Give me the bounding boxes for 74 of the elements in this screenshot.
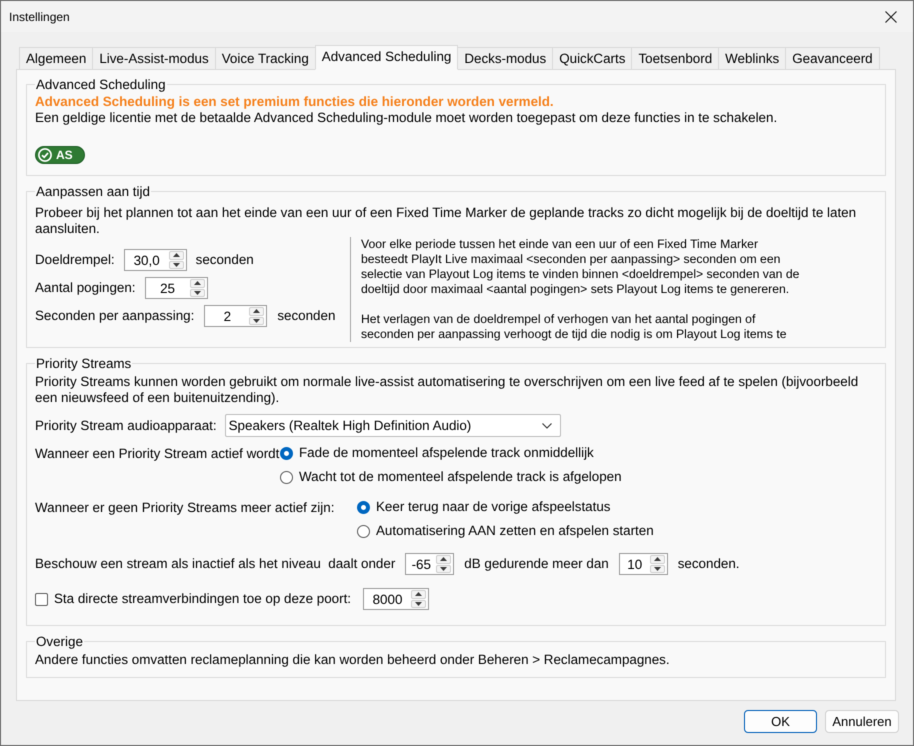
number-field[interactable]: 25 (144, 277, 208, 299)
caret-up-icon (172, 253, 180, 258)
dropdown[interactable]: Speakers (Realtek High Definition Audio) (224, 414, 561, 437)
radio-button[interactable] (280, 446, 293, 460)
spin-down-button[interactable] (411, 600, 426, 608)
radio-button[interactable] (357, 524, 370, 538)
spin-up-button[interactable] (168, 251, 184, 260)
field-label: Beschouw een stream als inactief als het niveau daalt onder (35, 556, 396, 572)
help-text: Het verlagen van de doeldrempel of verhogen van het aantal pogingen of seconden per aanpassing verhoogt de tijd die nodig is om Playout Log items te (361, 312, 788, 342)
number-field[interactable]: 8000 (363, 588, 430, 610)
caret-down-icon (253, 318, 260, 323)
group-title: Priority Streams (35, 356, 132, 371)
close-icon (885, 10, 897, 22)
license-notice: Advanced Scheduling is een set premium functies die hieronder worden vermeld. (35, 94, 555, 110)
number-field[interactable]: -65 (405, 553, 454, 575)
radio-group-label: Wanneer een Priority Stream actief wordt (35, 446, 280, 460)
field-label: Seconden per aanpassing: (35, 308, 194, 324)
radio-button[interactable] (357, 500, 370, 514)
tab[interactable]: Geavanceerd (785, 47, 880, 69)
checkbox-label[interactable]: Sta directe streamverbindingen toe op deze poort: (54, 591, 352, 607)
field-label: Doeldrempel: (35, 252, 115, 268)
spin-up-button[interactable] (190, 279, 205, 288)
radio-group-label: Wanneer er geen Priority Streams meer actief zijn: (35, 500, 334, 514)
checkbox[interactable] (35, 592, 48, 606)
spin-down-button[interactable] (249, 316, 264, 325)
spin-down-button[interactable] (650, 564, 665, 573)
field-label: Aantal pogingen: (35, 280, 136, 296)
number-field[interactable]: 10 (618, 553, 668, 575)
caret-down-icon (194, 290, 201, 295)
spin-up-button[interactable] (411, 590, 426, 598)
caret-down-icon (654, 566, 661, 571)
dialog-button[interactable]: OK (744, 710, 817, 733)
group-title: Advanced Scheduling (35, 77, 167, 92)
field-label: Priority Stream audioapparaat: (35, 418, 217, 434)
caret-up-icon (440, 557, 448, 562)
dialog-button[interactable]: Annuleren (825, 710, 899, 733)
radio-label[interactable]: Fade de momenteel afspelende track onmiddellijk (299, 445, 594, 461)
unit-label: seconden (196, 252, 254, 268)
spin-up-button[interactable] (436, 555, 452, 564)
caret-down-icon (415, 602, 422, 606)
description-text: Probeer bij het plannen tot aan het einde van een uur of een Fixed Time Marker de geplande tracks zo dicht mogelijk bij de doeltijd te laten aansluiten. (35, 205, 858, 237)
spin-down-button[interactable] (190, 288, 205, 297)
radio-label[interactable]: Wacht tot de momenteel afspelende track is afgelopen (299, 469, 622, 485)
caret-up-icon (194, 281, 201, 286)
chevron-down-icon (542, 422, 552, 428)
number-field[interactable]: 30,0 (124, 249, 187, 271)
radio-button[interactable] (280, 470, 293, 484)
group-title: Aanpassen aan tijd (35, 184, 151, 199)
description-text: Een geldige licentie met de betaalde Advanced Scheduling-module moet worden toegepast om deze functies in te schakelen. (35, 110, 778, 126)
tab[interactable]: Advanced Scheduling (314, 45, 458, 70)
check-circle-icon (38, 148, 52, 162)
spin-up-button[interactable] (249, 307, 264, 316)
caret-up-icon (415, 592, 422, 596)
unit-label: seconden (277, 308, 336, 324)
caret-up-icon (253, 309, 260, 314)
radio-label[interactable]: Automatisering AAN zetten en afspelen starten (376, 523, 654, 539)
spin-down-button[interactable] (436, 564, 452, 573)
spin-up-button[interactable] (650, 555, 665, 564)
number-field[interactable]: 2 (204, 305, 268, 327)
unit-label: dB gedurende meer dan (464, 556, 609, 572)
caret-up-icon (654, 557, 661, 562)
help-text: Voor elke periode tussen het einde van een uur of een Fixed Time Marker besteedt PlayIt Live maximaal <seconden per aanpassing> seconden om een selectie van Playout Log items te vinden binnen <doeldrempel> seconden van de doeltijd door maximaal <aantal pogingen> sets Playout Log items te genereren. (361, 237, 800, 297)
window-title: Instellingen (9, 10, 70, 24)
spin-down-button[interactable] (168, 260, 184, 269)
description-text: Priority Streams kunnen worden gebruikt om normale live-assist automatisering te overschrijven om een live feed af te spelen (bijvoorbeeld een nieuwsfeed of een buitenuitzending). (35, 374, 860, 406)
radio-label[interactable]: Keer terug naar de vorige afspeelstatus (376, 499, 610, 515)
caret-down-icon (440, 566, 448, 571)
tab[interactable]: Voice Tracking (214, 47, 316, 69)
badge-label: AS (56, 148, 73, 162)
description-text: Andere functies omvatten reclameplanning die kan worden beheerd onder Beheren > Reclamecampagnes. (35, 652, 671, 668)
unit-label: seconden. (678, 556, 740, 572)
caret-down-icon (172, 262, 180, 267)
tab[interactable]: Algemeen (19, 47, 94, 69)
group-title: Overige (35, 634, 84, 649)
